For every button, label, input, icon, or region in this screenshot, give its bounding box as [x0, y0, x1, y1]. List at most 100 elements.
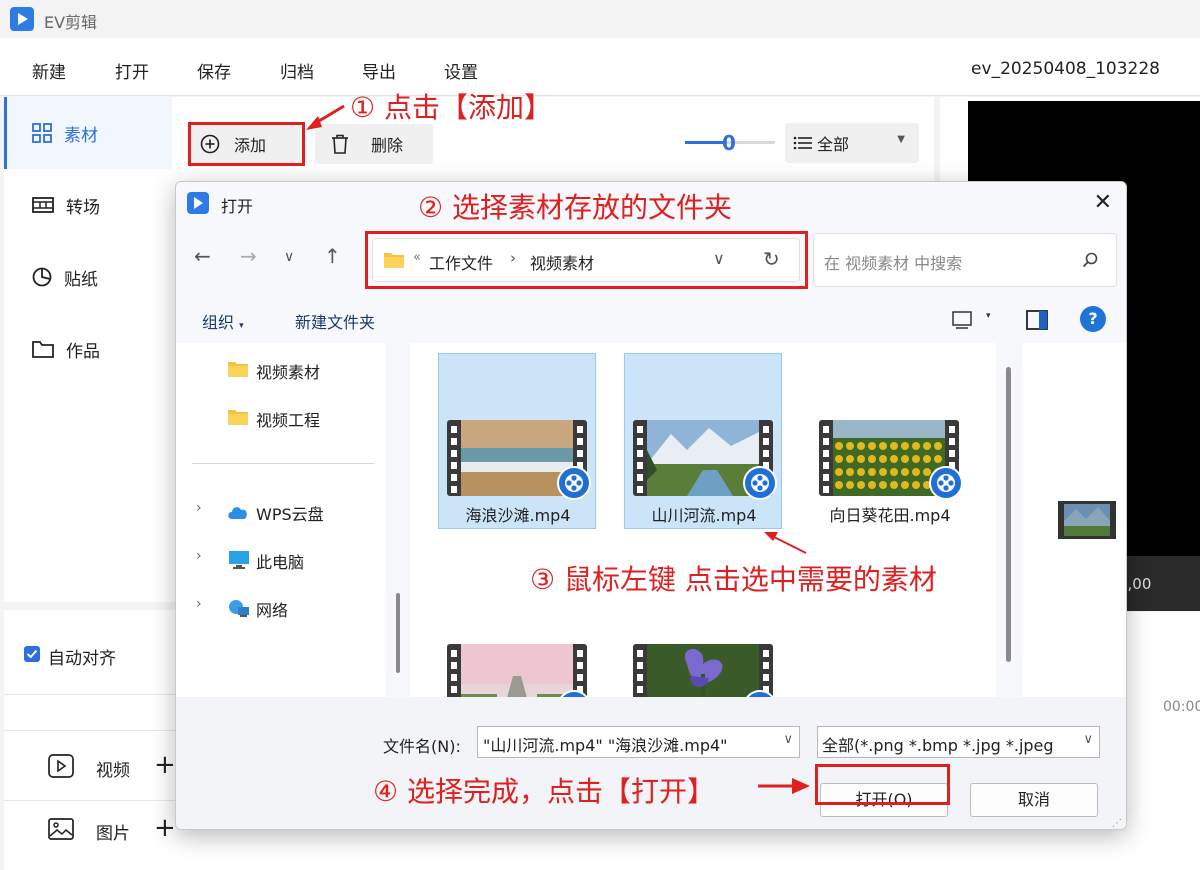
video-file-badge-icon	[557, 466, 591, 500]
sidebar-item-label: 转场	[66, 197, 100, 218]
file-item[interactable]: 山川河流.mp4	[624, 353, 782, 529]
folder-icon	[228, 410, 248, 425]
expand-chevron-icon[interactable]: ›	[196, 548, 202, 564]
divider	[192, 463, 374, 464]
timeline-ruler-time: 00:00	[1163, 699, 1200, 715]
new-folder-button[interactable]: 新建文件夹	[295, 309, 375, 333]
back-arrow-icon[interactable]: ←	[194, 244, 211, 268]
app-logo-icon	[10, 7, 34, 31]
sidebar-item-label: 贴纸	[64, 269, 98, 290]
search-input[interactable]: 在 视频素材 中搜索	[813, 233, 1117, 287]
app-logo-icon	[187, 192, 209, 214]
sidebar-item-works[interactable]: 作品	[4, 313, 172, 385]
nav-item-wps-cloud[interactable]: › WPS云盘	[196, 499, 381, 527]
file-scrollbar[interactable]	[1006, 367, 1011, 662]
auto-align-label: 自动对齐	[48, 649, 116, 669]
annotation-step-4: ④ 选择完成，点击【打开】	[373, 775, 716, 808]
cloud-icon	[228, 507, 247, 519]
view-dropdown-icon[interactable]: ▾	[986, 311, 991, 321]
video-file-badge-icon	[743, 466, 777, 500]
menu-save[interactable]: 保存	[197, 58, 231, 83]
file-name: 向日葵花田.mp4	[829, 506, 951, 525]
chevron-down-icon[interactable]: ∨	[1083, 732, 1093, 747]
pie-icon	[32, 267, 52, 287]
resize-grip-icon[interactable]: ⋰	[1112, 818, 1122, 829]
zoom-slider-fill	[685, 141, 723, 144]
sidebar-item-stickers[interactable]: 贴纸	[4, 241, 172, 313]
file-name: 山川河流.mp4	[651, 506, 757, 525]
expand-chevron-icon[interactable]: ›	[196, 500, 202, 516]
sidebar: 素材 转场 贴纸 作品	[4, 97, 172, 602]
menu-new[interactable]: 新建	[32, 58, 66, 83]
nav-item-label: WPS云盘	[256, 505, 324, 524]
view-mode-icon[interactable]	[952, 311, 974, 329]
video-thumbnail	[447, 644, 587, 697]
auto-align-checkbox[interactable]	[24, 646, 40, 662]
list-icon	[793, 136, 812, 150]
annotation-step-3: ③ 鼠标左键 点击选中需要的素材	[530, 563, 937, 596]
sidebar-item-label: 素材	[64, 125, 98, 146]
nav-item-label: 网络	[256, 601, 289, 620]
track-video-label: 视频	[96, 761, 130, 781]
nav-item-video-projects[interactable]: 视频工程	[228, 405, 378, 433]
recent-chevron-icon[interactable]: ∨	[284, 249, 294, 265]
nav-item-video-materials[interactable]: 视频素材	[228, 357, 378, 385]
cancel-button[interactable]: 取消	[970, 783, 1098, 817]
annotation-step-1: ① 点击【添加】	[350, 91, 553, 124]
close-icon[interactable]: ✕	[1094, 190, 1112, 215]
preview-thumbnail	[1058, 501, 1116, 539]
annotation-arrow-4	[758, 778, 810, 794]
menu-open[interactable]: 打开	[115, 58, 149, 83]
nav-item-label: 此电脑	[256, 553, 305, 572]
film-strip-icon	[32, 197, 54, 213]
file-list-pane: 海浪沙滩.mp4山川河流.mp4向日葵花田.mp4樱花树街道.mp4鸢尾花近景.…	[410, 343, 996, 697]
search-placeholder: 在 视频素材 中搜索	[824, 254, 963, 273]
video-file-badge-icon	[557, 690, 591, 697]
add-video-track-button[interactable]: +	[154, 750, 176, 780]
filename-value: "山川河流.mp4" "海浪沙滩.mp4"	[483, 736, 728, 755]
video-thumbnail	[633, 644, 773, 697]
nav-item-this-pc[interactable]: › 此电脑	[196, 547, 381, 575]
sidebar-item-materials[interactable]: 素材	[4, 97, 172, 169]
filetype-select[interactable]: 全部(*.png *.bmp *.jpg *.jpeg ∨	[817, 726, 1100, 758]
menu-export[interactable]: 导出	[362, 58, 396, 83]
forward-arrow-icon[interactable]: →	[240, 244, 257, 268]
highlight-address-bar	[365, 231, 808, 289]
monitor-icon	[229, 551, 249, 569]
preview-pane-icon[interactable]	[1026, 310, 1048, 330]
divider	[4, 730, 197, 731]
up-arrow-icon[interactable]: ↑	[324, 244, 341, 268]
zoom-slider-value[interactable]: 0	[722, 133, 740, 153]
track-image-label: 图片	[96, 824, 130, 844]
annotation-step-2: ② 选择素材存放的文件夹	[418, 191, 733, 224]
nav-item-network[interactable]: › 网络	[196, 595, 381, 623]
file-item[interactable]: 海浪沙滩.mp4	[438, 353, 596, 529]
filter-value: 全部	[817, 135, 850, 154]
nav-scrollbar[interactable]	[396, 593, 400, 673]
trash-icon	[332, 134, 348, 154]
folder-icon	[32, 341, 54, 358]
project-name: ev_20250408_103228	[971, 59, 1160, 79]
menu-settings[interactable]: 设置	[444, 58, 478, 83]
file-item[interactable]: 向日葵花田.mp4	[810, 353, 968, 529]
menubar: 新建 打开 保存 归档 导出 设置 ev_20250408_103228	[0, 38, 1200, 96]
file-name: 海浪沙滩.mp4	[465, 506, 571, 525]
track-header-panel: 自动对齐 视频 + 图片 +	[4, 610, 197, 870]
dialog-title: 打开	[221, 197, 254, 216]
organize-menu[interactable]: 组织 ▾	[202, 309, 244, 333]
file-preview-pane	[1022, 343, 1126, 697]
menu-archive[interactable]: 归档	[280, 58, 314, 83]
checkmark-icon	[26, 649, 38, 659]
command-bar: 组织 ▾ 新建文件夹 ▾ ?	[176, 299, 1126, 343]
folder-icon	[228, 362, 248, 377]
chevron-down-icon[interactable]: ∨	[783, 732, 793, 747]
filter-select[interactable]: 全部 ▼	[785, 123, 919, 163]
delete-button-label: 删除	[371, 136, 404, 155]
network-icon	[229, 600, 249, 617]
highlight-open-button	[815, 764, 950, 805]
add-image-track-button[interactable]: +	[154, 813, 176, 843]
expand-chevron-icon[interactable]: ›	[196, 596, 202, 612]
filename-input[interactable]: "山川河流.mp4" "海浪沙滩.mp4" ∨	[477, 726, 800, 758]
help-icon[interactable]: ?	[1080, 306, 1106, 332]
sidebar-item-transitions[interactable]: 转场	[4, 169, 172, 241]
